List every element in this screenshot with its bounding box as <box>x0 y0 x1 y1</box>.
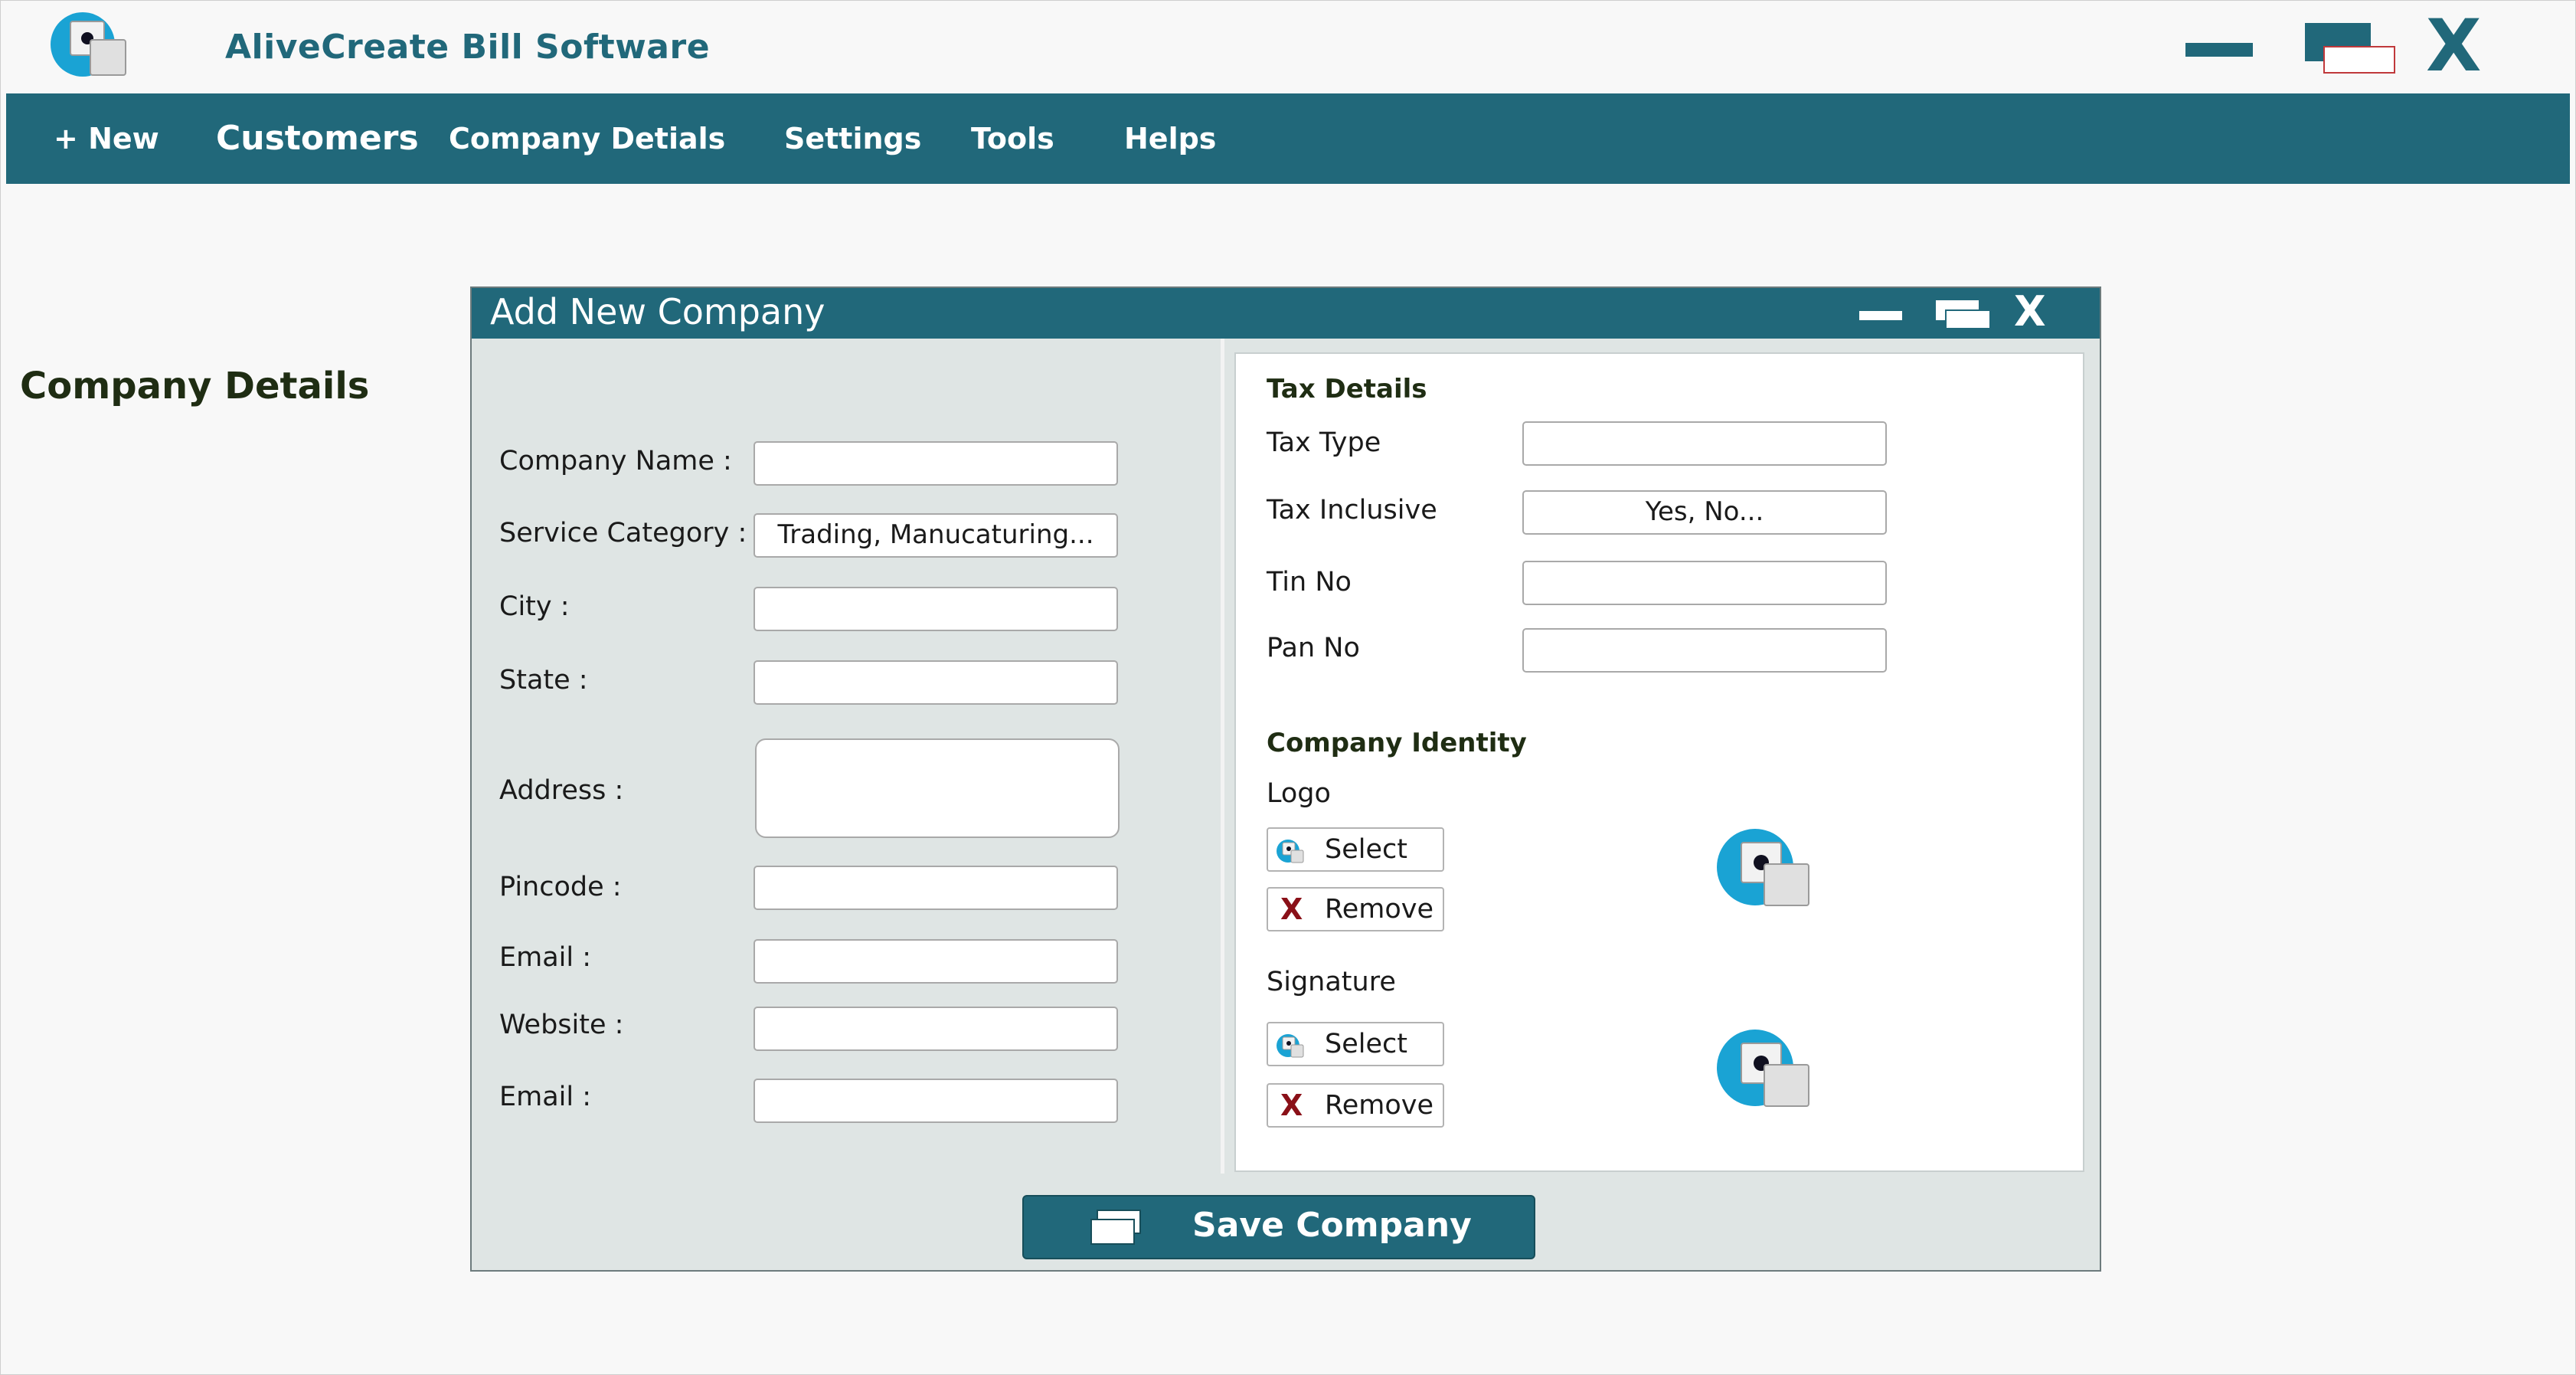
menu-tools[interactable]: Tools <box>971 93 1054 184</box>
close-button[interactable]: X <box>2426 11 2481 83</box>
remove-icon: X <box>1280 892 1303 926</box>
image-icon <box>1277 840 1304 863</box>
tax-inclusive-label: Tax Inclusive <box>1267 495 1437 525</box>
logo-select-button[interactable]: Select <box>1267 827 1444 872</box>
logo-select-label: Select <box>1325 834 1407 865</box>
save-icon <box>1090 1210 1141 1245</box>
maximize-button[interactable] <box>2305 23 2395 74</box>
logo-preview-icon <box>1717 829 1809 906</box>
logo-remove-label: Remove <box>1325 894 1434 925</box>
email-label-2: Email : <box>499 1082 592 1112</box>
logo-label: Logo <box>1267 778 1331 809</box>
dialog-close-button[interactable]: X <box>2014 291 2046 332</box>
remove-icon: X <box>1280 1089 1303 1122</box>
signature-select-button[interactable]: Select <box>1267 1022 1444 1066</box>
city-input[interactable] <box>754 587 1118 631</box>
minimize-button[interactable] <box>2185 43 2253 57</box>
menu-bar: + New Customers Company Detials Settings… <box>6 93 2570 184</box>
panel-divider <box>1221 339 1224 1174</box>
dialog-minimize-button[interactable] <box>1859 311 1902 320</box>
dialog-title-bar: Add New Company X <box>472 288 2100 339</box>
app-title: AliveCreate Bill Software <box>225 28 711 67</box>
menu-new[interactable]: + New <box>54 93 159 184</box>
tax-inclusive-select[interactable]: Yes, No... <box>1522 490 1887 535</box>
tax-type-input[interactable] <box>1522 421 1887 466</box>
state-label: State : <box>499 665 588 696</box>
tin-no-label: Tin No <box>1267 567 1352 597</box>
signature-remove-label: Remove <box>1325 1090 1434 1121</box>
state-input[interactable] <box>754 660 1118 705</box>
signature-label: Signature <box>1267 967 1396 997</box>
image-icon <box>1277 1034 1304 1058</box>
website-input[interactable] <box>754 1007 1118 1051</box>
company-name-label: Company Name : <box>499 446 732 476</box>
menu-customers[interactable]: Customers <box>216 93 419 184</box>
signature-preview-icon <box>1717 1030 1809 1107</box>
logo-remove-button[interactable]: X Remove <box>1267 887 1444 931</box>
save-company-button[interactable]: Save Company <box>1022 1195 1535 1259</box>
save-company-label: Save Company <box>1192 1206 1472 1245</box>
title-bar: AliveCreate Bill Software X <box>0 0 2576 93</box>
address-label: Address : <box>499 775 624 806</box>
menu-helps[interactable]: Helps <box>1124 93 1216 184</box>
company-name-input[interactable] <box>754 441 1118 486</box>
company-details-heading: Company Details <box>20 365 370 408</box>
address-textarea[interactable] <box>755 738 1120 838</box>
dialog-title: Add New Company <box>490 291 825 332</box>
dialog-maximize-button[interactable] <box>1934 299 1992 329</box>
tax-details-heading: Tax Details <box>1267 374 1427 404</box>
email-input[interactable] <box>754 939 1118 984</box>
pincode-label: Pincode : <box>499 872 622 902</box>
app-logo-icon <box>51 12 126 77</box>
service-category-label: Service Category : <box>499 518 747 548</box>
pan-no-label: Pan No <box>1267 633 1360 663</box>
tax-type-label: Tax Type <box>1267 427 1381 458</box>
tin-no-input[interactable] <box>1522 561 1887 605</box>
email-label: Email : <box>499 942 592 973</box>
signature-remove-button[interactable]: X Remove <box>1267 1083 1444 1128</box>
pan-no-input[interactable] <box>1522 628 1887 673</box>
service-category-select[interactable]: Trading, Manucaturing... <box>754 513 1118 558</box>
company-identity-heading: Company Identity <box>1267 728 1527 758</box>
pincode-input[interactable] <box>754 866 1118 910</box>
menu-company-details[interactable]: Company Detials <box>449 93 725 184</box>
website-label: Website : <box>499 1010 624 1040</box>
restore-front-icon <box>1945 309 1991 329</box>
menu-settings[interactable]: Settings <box>784 93 921 184</box>
city-label: City : <box>499 591 570 622</box>
signature-select-label: Select <box>1325 1029 1407 1059</box>
email-input-2[interactable] <box>754 1079 1118 1123</box>
restore-front-icon <box>2323 46 2395 74</box>
